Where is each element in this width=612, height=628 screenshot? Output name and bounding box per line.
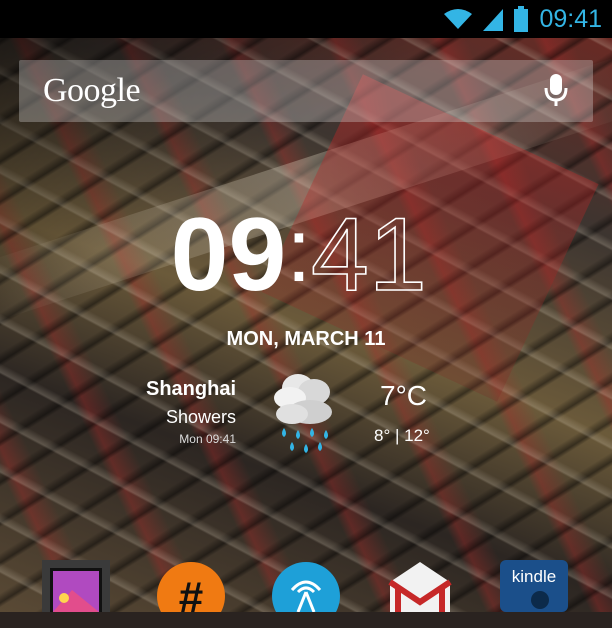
google-logo: Google <box>43 72 141 109</box>
google-search-bar[interactable]: Google <box>19 60 593 122</box>
wallpaper <box>0 38 612 612</box>
gmail-app-icon[interactable] <box>386 560 454 628</box>
gallery-app-icon[interactable] <box>42 560 110 628</box>
clock-widget[interactable]: 09: 41 <box>0 196 612 315</box>
svg-text:kindle: kindle <box>512 567 556 586</box>
signal-icon <box>483 9 504 31</box>
cloud-rain-icon[interactable] <box>270 368 342 464</box>
clock-separator: : <box>286 201 312 301</box>
battery-icon <box>514 6 529 32</box>
clock-hours: 09 <box>170 197 287 313</box>
clock-minutes: 41 <box>311 196 428 314</box>
svg-text:41: 41 <box>311 210 427 310</box>
date-label: MON, MARCH 11 <box>226 328 386 350</box>
status-bar-time: 09:41 <box>539 4 602 33</box>
status-bar: 09:41 <box>0 0 612 38</box>
weather-updated-time: Mon 09:41 <box>179 432 236 446</box>
svg-text:#: # <box>179 573 203 612</box>
weather-temperature: 7°C <box>380 380 427 411</box>
microphone-icon[interactable] <box>543 74 569 108</box>
kindle-app-icon[interactable]: kindle <box>500 560 568 628</box>
weather-temp-range: 8° | 12° <box>374 426 430 445</box>
weather-city[interactable]: Shanghai <box>146 378 236 401</box>
broadcast-app-icon[interactable] <box>272 560 340 628</box>
weather-condition: Showers <box>165 407 236 427</box>
hashtag-app-icon[interactable]: # <box>157 560 225 628</box>
wifi-icon <box>444 9 473 29</box>
